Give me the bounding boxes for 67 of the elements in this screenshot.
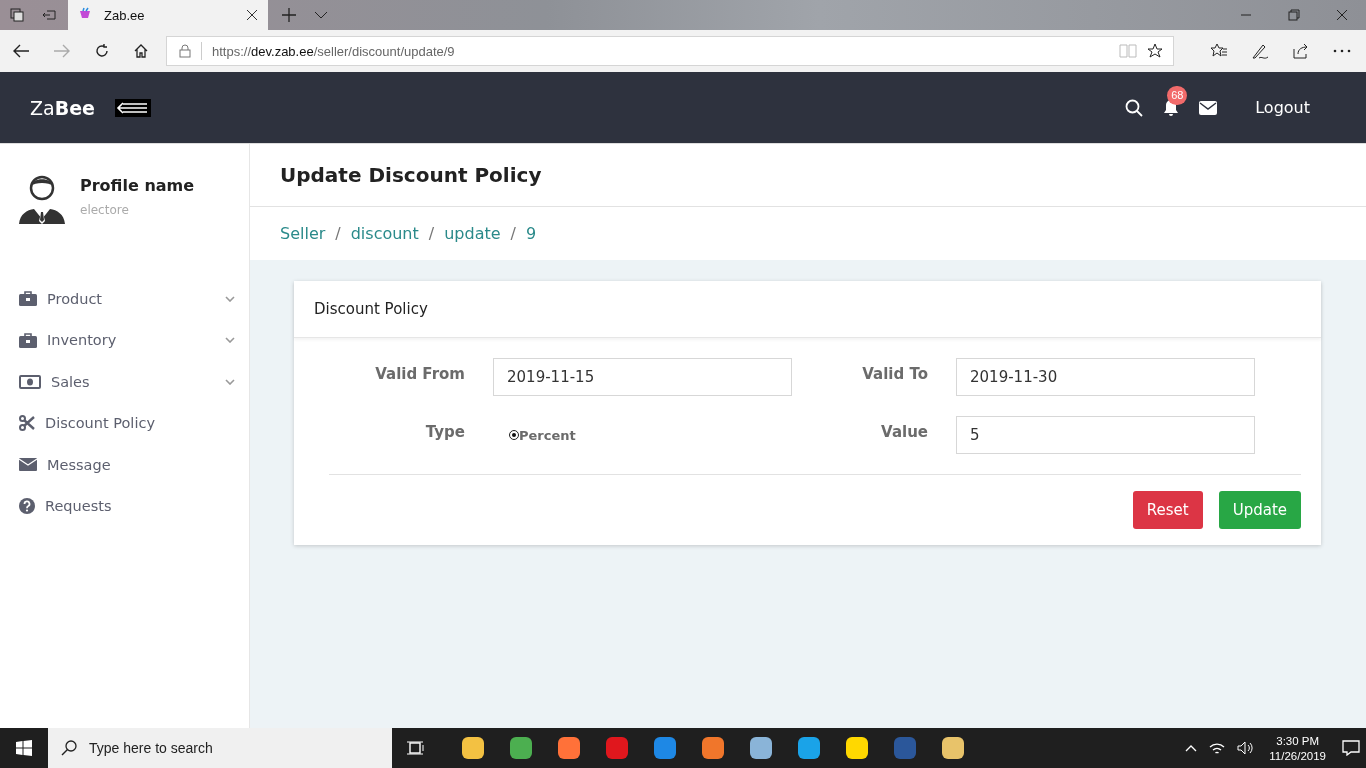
taskbar-search-field[interactable]: Type here to search xyxy=(48,728,392,768)
search-icon xyxy=(61,740,77,756)
url-text: https://dev.zab.ee/seller/discount/update/9 xyxy=(212,43,455,59)
breadcrumb-separator: / xyxy=(510,224,516,243)
browser-tab[interactable]: Zab.ee xyxy=(68,0,268,30)
chevron-down-icon[interactable] xyxy=(314,11,328,19)
field-label: Valid From xyxy=(374,364,466,383)
sidebar-item[interactable]: Requests xyxy=(0,485,249,527)
envelope-icon[interactable] xyxy=(1199,100,1218,115)
notification-badge: 68 xyxy=(1167,85,1188,105)
share-icon[interactable] xyxy=(1292,43,1310,59)
tab-title: Zab.ee xyxy=(104,7,146,23)
breadcrumb-separator: / xyxy=(335,224,341,243)
profile-name: Profile name xyxy=(80,176,195,195)
tabs-icon[interactable] xyxy=(9,7,25,23)
sidebar-item[interactable]: Product xyxy=(0,278,249,320)
home-icon[interactable] xyxy=(133,43,149,59)
taskbar-clock[interactable]: 3:30 PM 11/26/2019 xyxy=(1269,734,1326,762)
search-icon[interactable] xyxy=(1125,98,1144,117)
logout-link[interactable]: Logout xyxy=(1255,98,1310,117)
breadcrumb-separator: / xyxy=(428,224,435,243)
logo[interactable]: ZaBee xyxy=(30,96,95,119)
date-input-field[interactable]: 2019-11-30 xyxy=(956,358,1255,396)
sidebar-item[interactable]: Inventory xyxy=(0,319,249,361)
username: electore xyxy=(80,203,130,217)
breadcrumb-link[interactable]: update xyxy=(444,224,501,243)
sidebar-item[interactable]: Message xyxy=(0,444,249,486)
scissors-icon xyxy=(19,415,35,432)
chevron-up-icon[interactable] xyxy=(1185,744,1198,752)
new-tab-icon[interactable] xyxy=(282,8,296,22)
star-icon[interactable] xyxy=(1147,43,1163,59)
sidebar-item[interactable]: Discount Policy xyxy=(0,402,249,444)
envelope-icon xyxy=(19,458,37,472)
date-input-field[interactable]: 2019-11-15 xyxy=(493,358,792,396)
value-input-field[interactable]: 5 xyxy=(956,416,1255,454)
lock-icon xyxy=(179,44,191,58)
field-label: Type xyxy=(424,422,466,441)
task-view-icon[interactable] xyxy=(407,740,425,756)
banknote-icon xyxy=(19,374,41,389)
back-arrow-icon[interactable] xyxy=(12,43,30,59)
wifi-icon[interactable] xyxy=(1209,741,1226,755)
breadcrumb-link[interactable]: Seller xyxy=(280,224,326,243)
briefcase-icon xyxy=(19,291,37,307)
menu-toggle-icon[interactable] xyxy=(114,98,151,117)
briefcase-icon xyxy=(19,332,37,348)
speaker-icon[interactable] xyxy=(1237,741,1254,755)
question-icon xyxy=(19,498,35,515)
windows-start-icon[interactable] xyxy=(16,740,32,756)
pen-icon[interactable] xyxy=(1251,43,1269,59)
refresh-icon[interactable] xyxy=(94,43,110,59)
close-icon[interactable] xyxy=(1336,9,1348,21)
notification-icon[interactable] xyxy=(1342,740,1360,756)
page-title: Update Discount Policy xyxy=(280,163,542,187)
radio-option[interactable]: Percent xyxy=(509,427,576,443)
close-icon[interactable] xyxy=(246,9,258,21)
sidebar-item[interactable]: Sales xyxy=(0,361,249,403)
breadcrumb-link[interactable]: discount xyxy=(350,224,419,243)
card-title: Discount Policy xyxy=(314,300,428,318)
field-label: Value xyxy=(880,422,929,441)
field-label: Valid To xyxy=(861,364,929,383)
restore-icon[interactable] xyxy=(1288,9,1300,21)
more-icon[interactable] xyxy=(1333,49,1351,53)
tab-aside-icon[interactable] xyxy=(41,7,57,23)
favorites-icon[interactable] xyxy=(1210,43,1228,59)
breadcrumb-link[interactable]: 9 xyxy=(525,224,537,243)
address-bar[interactable]: https://dev.zab.ee/seller/discount/update/9 xyxy=(166,36,1174,66)
reset-button[interactable]: Reset xyxy=(1132,491,1203,529)
